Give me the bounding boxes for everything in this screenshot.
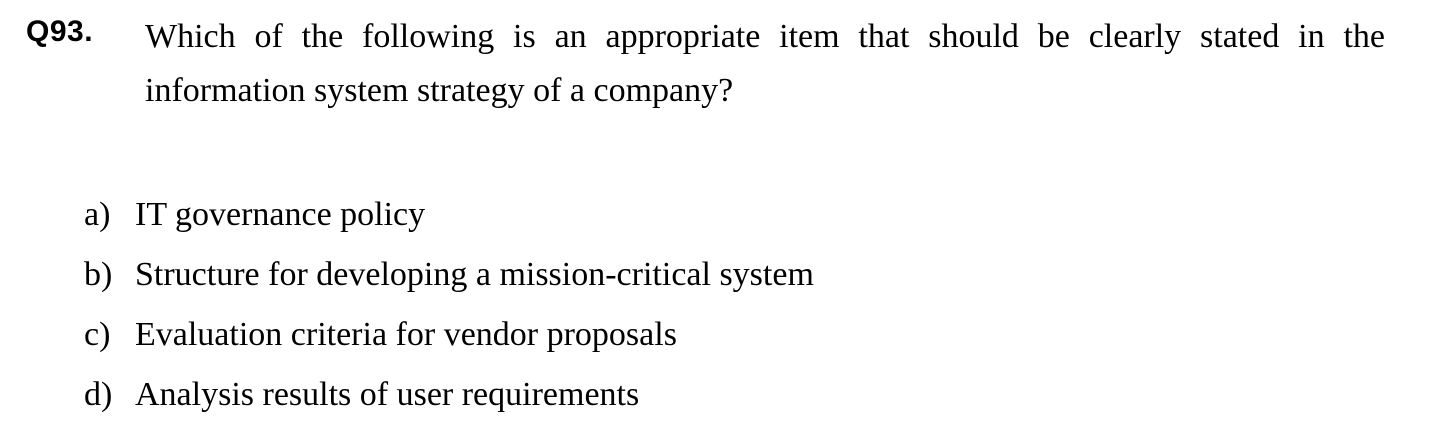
option-a-text: IT governance policy [135, 196, 426, 233]
question-number: Q93. [26, 15, 94, 48]
option-b-text: Structure for developing a mission-criti… [135, 256, 814, 293]
question-text: Which of the following is an appropriate… [145, 18, 1385, 109]
option-c: c) Evaluation criteria for vendor propos… [84, 305, 814, 365]
option-d-letter: d) [84, 376, 113, 413]
option-b-letter: b) [84, 256, 113, 293]
option-d-text: Analysis results of user requirements [135, 376, 640, 413]
option-d: d) Analysis results of user requirements [84, 365, 814, 425]
option-a-letter: a) [84, 196, 111, 233]
option-c-text: Evaluation criteria for vendor proposals [135, 316, 677, 353]
option-b: b) Structure for developing a mission-cr… [84, 245, 814, 305]
answer-options: a) IT governance policy b) Structure for… [84, 185, 814, 425]
option-a: a) IT governance policy [84, 185, 814, 245]
option-c-letter: c) [84, 316, 111, 353]
